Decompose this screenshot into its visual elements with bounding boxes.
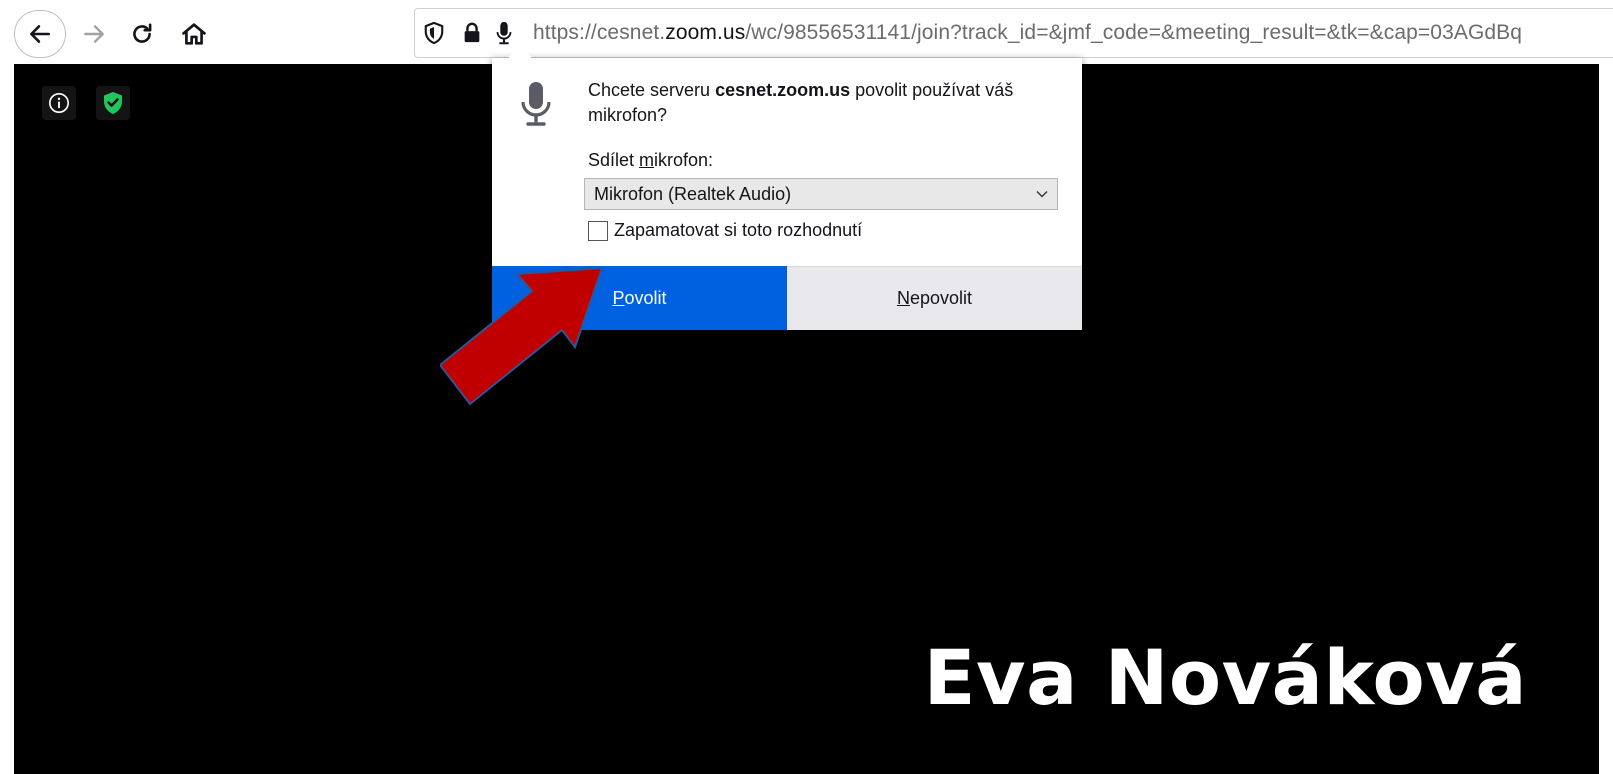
back-button[interactable]: [14, 10, 66, 58]
encryption-status-button[interactable]: [96, 86, 130, 120]
deny-label: epovolit: [909, 288, 973, 308]
microphone-device-select[interactable]: Mikrofon (Realtek Audio): [584, 178, 1058, 210]
reload-icon: [133, 23, 152, 43]
browser-toolbar: https://cesnet.zoom.us/wc/98556531141/jo…: [0, 0, 1613, 64]
remember-decision-label: Zapamatovat si toto rozhodnutí: [614, 220, 863, 240]
microphone-icon: [496, 21, 512, 45]
deny-accesskey: N: [896, 288, 910, 308]
message-host: cesnet.zoom.us: [715, 80, 851, 100]
arrow-left-icon: [30, 25, 50, 43]
shield-icon: [424, 21, 444, 45]
meeting-info-button[interactable]: [42, 86, 76, 120]
deny-button[interactable]: Nepovolit: [787, 266, 1082, 330]
microphone-permission-button[interactable]: [489, 18, 519, 48]
selected-device: Mikrofon (Realtek Audio): [594, 183, 792, 204]
allow-label: ovolit: [624, 287, 667, 308]
url-path: /wc/98556531141/join?track_id=&jmf_code=…: [745, 21, 1523, 44]
microphone-icon: [521, 82, 551, 126]
url-text: https://cesnet.zoom.us/wc/98556531141/jo…: [533, 21, 1522, 45]
home-icon: [182, 23, 206, 45]
chevron-down-icon: [1036, 191, 1048, 198]
url-domain: zoom.us: [665, 21, 746, 44]
tracking-protection-button[interactable]: [419, 18, 449, 48]
browser-window: https://cesnet.zoom.us/wc/98556531141/jo…: [0, 0, 1613, 774]
share-label-accesskey: m: [639, 150, 655, 170]
url-bar[interactable]: https://cesnet.zoom.us/wc/98556531141/jo…: [414, 8, 1613, 58]
share-label-suffix: ikrofon:: [654, 150, 714, 170]
forward-button[interactable]: [74, 14, 114, 54]
lock-icon: [464, 22, 480, 43]
permission-message: Chcete serveru cesnet.zoom.us povolit po…: [588, 78, 1058, 128]
arrow-right-icon: [84, 25, 104, 43]
participant-name: Eva Nováková: [923, 633, 1527, 722]
share-label-prefix: Sdílet: [588, 150, 640, 170]
reload-button[interactable]: [122, 14, 162, 54]
home-button[interactable]: [174, 14, 214, 54]
url-prefix: https://cesnet.: [533, 21, 666, 44]
remember-decision-checkbox[interactable]: [588, 220, 608, 241]
site-security-button[interactable]: [457, 18, 487, 48]
message-prefix: Chcete serveru: [588, 80, 716, 100]
share-microphone-label: Sdílet mikrofon:: [588, 150, 713, 171]
info-icon: [49, 93, 69, 113]
shield-check-icon: [104, 92, 122, 114]
annotation-arrow-icon: [440, 268, 604, 406]
remember-decision-option[interactable]: Zapamatovat si toto rozhodnutí: [588, 220, 862, 241]
